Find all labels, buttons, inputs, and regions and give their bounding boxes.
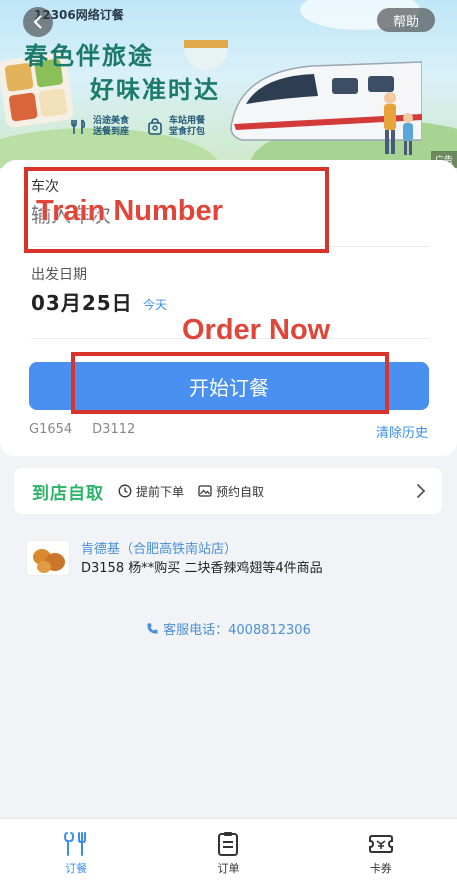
order-now-annotation: Order Now [182,314,331,346]
bottom-navigation: 订餐 订单 卡券 [0,818,457,882]
history-item[interactable]: G1654 [29,422,72,437]
customer-service-phone[interactable]: 客服电话：4008812306 [0,619,457,638]
recent-order-item[interactable]: 肯德基（合肥高铁南站店） D3158 杨**购买 二块香辣鸡翅等4件商品 [26,538,426,578]
pickup-option-label: 预约自取 [216,484,265,499]
ad-banner[interactable]: 12306网络订餐 帮助 春色伴旅途 好味准时达 沿途美食 送餐到座 车站用餐 … [0,0,457,168]
phone-icon [147,623,158,634]
fork-knife-icon [71,119,86,134]
back-button[interactable] [23,7,53,37]
help-button[interactable]: 帮助 [377,8,435,32]
order-now-highlight-box [71,352,389,414]
search-history: G1654 D3112 [29,422,135,437]
image-icon [198,485,212,497]
clock-icon [118,484,132,498]
departure-date-value[interactable]: 03月25日 [31,287,133,316]
nav-tab-coupons[interactable]: 卡券 [305,819,457,882]
ticket-icon [368,835,393,853]
nav-tab-order-meal[interactable]: 订餐 [0,819,152,882]
nav-label: 订餐 [65,862,88,875]
history-item[interactable]: D3112 [92,422,135,437]
pickup-title: 到店自取 [32,483,104,504]
pickup-option-label: 提前下单 [136,484,185,499]
clear-history-link[interactable]: 清除历史 [376,422,428,441]
chevron-right-icon [417,484,426,498]
banner-slogan-2: 好味准时达 [90,76,220,104]
order-description: D3158 杨**购买 二块香辣鸡翅等4件商品 [81,561,323,576]
bag-icon [148,118,162,135]
order-list-icon [218,832,239,856]
today-hint: 今天 [143,298,168,312]
feature-text: 沿途美食 送餐到座 [93,116,130,137]
store-pickup-bar[interactable]: 到店自取 提前下单 预约自取 [14,468,442,514]
chevron-left-icon [33,15,42,29]
nav-tab-orders[interactable]: 订单 [152,819,304,882]
departure-date-label: 出发日期 [31,267,87,283]
nav-label: 卡券 [369,862,392,875]
banner-slogan-1: 春色伴旅途 [24,42,154,70]
fried-chicken-thumbnail [26,540,70,576]
pickup-option-reserve: 预约自取 [198,483,264,500]
pickup-option-preorder: 提前下单 [118,483,184,500]
service-text: 客服电话：4008812306 [163,623,311,638]
train-number-annotation: Train Number [36,195,223,227]
feature-seat-delivery: 沿途美食 送餐到座 [70,116,129,138]
feature-station-dining: 车站用餐 堂食打包 [146,116,205,138]
feature-text: 车站用餐 堂食打包 [169,116,206,137]
nav-label: 订单 [217,862,240,875]
family-illustration [384,92,413,155]
store-name: 肯德基（合肥高铁南站店） [81,542,238,557]
meal-icon [64,832,87,856]
